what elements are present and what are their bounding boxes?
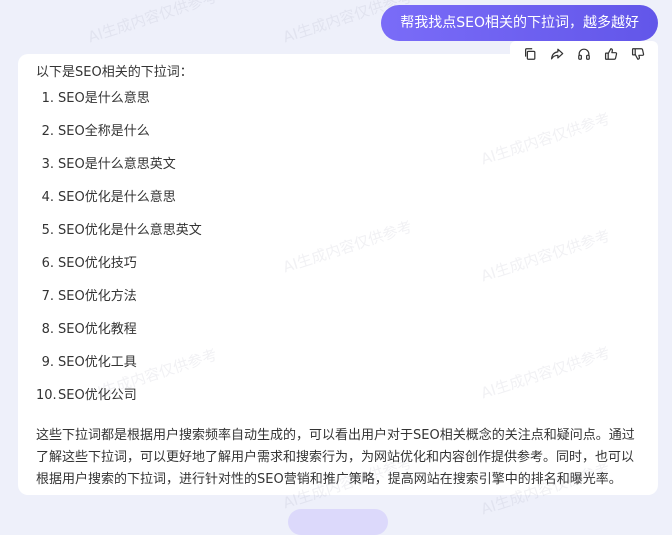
list-item-number: 3. bbox=[41, 157, 54, 172]
headphones-icon[interactable] bbox=[576, 46, 592, 62]
list-item: 10. SEO优化公司 bbox=[36, 388, 640, 421]
list-item-text: SEO是什么意思英文 bbox=[58, 157, 176, 172]
user-message-bubble: 帮我找点SEO相关的下拉词，越多越好 bbox=[381, 5, 658, 41]
list-item-number: 2. bbox=[41, 124, 54, 139]
list-item-text: SEO全称是什么 bbox=[58, 124, 150, 139]
list-item-text: SEO优化方法 bbox=[58, 289, 137, 304]
list-item: 2. SEO全称是什么 bbox=[36, 124, 640, 157]
watermark-text: AI生成内容仅供参考 bbox=[85, 0, 220, 47]
list-item-text: SEO优化是什么意思 bbox=[58, 190, 176, 205]
list-item-text: SEO优化技巧 bbox=[58, 256, 137, 271]
list-item: 4. SEO优化是什么意思 bbox=[36, 190, 640, 223]
list-item-number: 7. bbox=[41, 289, 54, 304]
list-item: 3. SEO是什么意思英文 bbox=[36, 157, 640, 190]
list-item-number: 9. bbox=[41, 355, 54, 370]
list-item-text: SEO优化工具 bbox=[58, 355, 137, 370]
list-item-text: SEO是什么意思 bbox=[58, 91, 150, 106]
thumbs-up-icon[interactable] bbox=[603, 46, 619, 62]
list-item-text: SEO优化教程 bbox=[58, 322, 137, 337]
list-item-text: SEO优化是什么意思英文 bbox=[58, 223, 202, 238]
list-item-number: 6. bbox=[41, 256, 54, 271]
share-icon[interactable] bbox=[549, 46, 565, 62]
list-item: 9. SEO优化工具 bbox=[36, 355, 640, 388]
list-item-number: 5. bbox=[41, 223, 54, 238]
keyword-list: 1. SEO是什么意思 2. SEO全称是什么 3. SEO是什么意思英文 4. SEO… bbox=[36, 91, 640, 421]
list-item-number: 8. bbox=[41, 322, 54, 337]
answer-summary: 这些下拉词都是根据用户搜索频率自动生成的，可以看出用户对于SEO相关概念的关注点… bbox=[36, 428, 635, 487]
list-item: 6. SEO优化技巧 bbox=[36, 256, 640, 289]
message-action-bar bbox=[510, 41, 658, 67]
copy-icon[interactable] bbox=[522, 46, 538, 62]
list-item-number: 4. bbox=[41, 190, 54, 205]
bottom-action-pill[interactable] bbox=[288, 509, 388, 535]
list-item: 8. SEO优化教程 bbox=[36, 322, 640, 355]
list-item-text: SEO优化公司 bbox=[58, 388, 137, 403]
list-item: 7. SEO优化方法 bbox=[36, 289, 640, 322]
thumbs-down-icon[interactable] bbox=[630, 46, 646, 62]
list-item: 5. SEO优化是什么意思英文 bbox=[36, 223, 640, 256]
list-item: 1. SEO是什么意思 bbox=[36, 91, 640, 124]
list-item-number: 10. bbox=[36, 388, 57, 403]
assistant-answer-card: 以下是SEO相关的下拉词： 1. SEO是什么意思 2. SEO全称是什么 3. SE… bbox=[18, 54, 658, 495]
list-item-number: 1. bbox=[41, 91, 54, 106]
